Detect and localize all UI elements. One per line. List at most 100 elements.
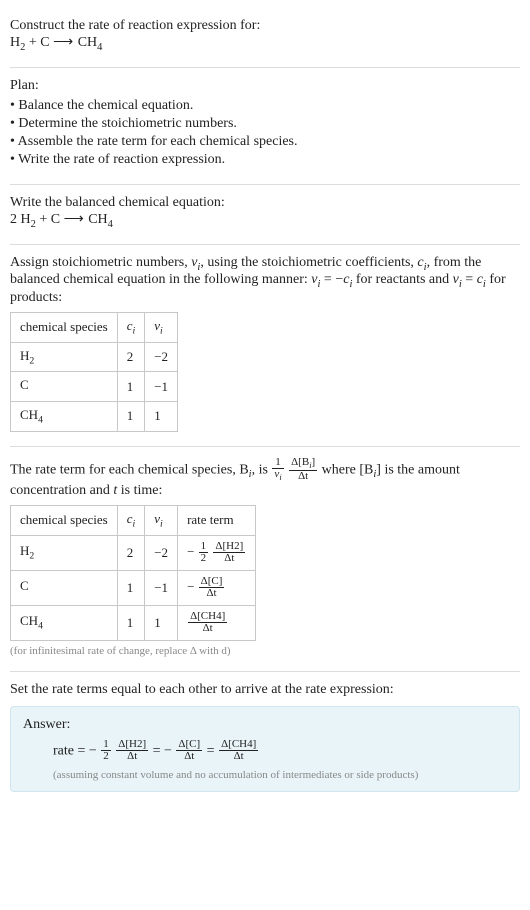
- assign-text-d: for reactants and: [352, 272, 452, 287]
- cell-species: H2: [11, 535, 118, 570]
- half-frac: 12: [101, 739, 111, 763]
- cell-c: 1: [117, 570, 145, 605]
- table-row: H2 2 −2: [11, 342, 178, 372]
- eq-sep-1: = −: [153, 743, 172, 758]
- col-rateterm: rate term: [178, 505, 256, 535]
- species-ch4: CH: [74, 35, 97, 50]
- ch4: CH: [85, 212, 108, 227]
- cell-c: 1: [117, 372, 145, 402]
- prompt-line: Construct the rate of reaction expressio…: [10, 18, 520, 34]
- rt-conc-den: Δt: [213, 553, 245, 565]
- cell-species-sub: 2: [29, 355, 34, 366]
- term2-den: Δt: [176, 751, 202, 763]
- rel-eq-neg: = −: [320, 272, 343, 287]
- conc-frac-num-a: Δ[B: [291, 456, 309, 468]
- cell-nu: 1: [145, 401, 178, 431]
- col-nu: νi: [145, 505, 178, 535]
- conc-frac-den: Δt: [289, 471, 317, 483]
- cell-species-sub: 4: [38, 621, 43, 632]
- term1-den: Δt: [116, 751, 148, 763]
- term3-frac: Δ[CH4]Δt: [219, 739, 258, 763]
- plus-c: + C: [25, 35, 53, 50]
- cell-species: CH4: [11, 401, 118, 431]
- table-row: C 1 −1 − Δ[C]Δt: [11, 570, 256, 605]
- balanced-equation: 2 H2 + C ⟶ CH4: [10, 211, 520, 230]
- plan-section: Plan: • Balance the chemical equation. •…: [10, 68, 520, 185]
- cell-nu: −2: [145, 342, 178, 372]
- half-den: 2: [101, 751, 111, 763]
- table-row: CH4 1 1 Δ[CH4]Δt: [11, 605, 256, 640]
- col-c-sub: i: [133, 326, 136, 337]
- col-nu: νi: [145, 313, 178, 343]
- final-section: Set the rate terms equal to each other t…: [10, 672, 520, 806]
- species-h2: H: [10, 35, 20, 50]
- rateterm-text-e: is time:: [117, 483, 162, 498]
- prompt-section: Construct the rate of reaction expressio…: [10, 8, 520, 68]
- table-row: CH4 1 1: [11, 401, 178, 431]
- infinitesimal-note: (for infinitesimal rate of change, repla…: [10, 645, 520, 657]
- prompt-equation: H2 + C ⟶ CH4: [10, 34, 520, 53]
- eq-sep-2: =: [207, 743, 218, 758]
- cell-species: CH4: [11, 605, 118, 640]
- assign-text-b: , using the stoichiometric coefficients,: [200, 255, 417, 270]
- cell-species-txt: CH: [20, 613, 38, 628]
- cell-c: 2: [117, 535, 145, 570]
- rt-conc-frac: Δ[CH4]Δt: [188, 611, 227, 635]
- rt-conc-frac: Δ[C]Δt: [199, 576, 225, 600]
- cell-species-txt: H: [20, 348, 29, 363]
- coef-frac: 1 νi: [272, 457, 283, 483]
- answer-box: Answer: rate = − 12 Δ[H2]Δt = − Δ[C]Δt =…: [10, 706, 520, 792]
- cell-species-txt: C: [20, 578, 29, 593]
- stoich-table: chemical species ci νi H2 2 −2 C 1 −1 CH…: [10, 312, 178, 431]
- cell-species-sub: 2: [29, 551, 34, 562]
- cell-species-txt: C: [20, 377, 29, 392]
- rateterm-text-a: The rate term for each chemical species,…: [10, 462, 249, 477]
- rateterm-text-c: where [B: [322, 462, 374, 477]
- conc-frac-num-b: ]: [311, 456, 315, 468]
- col-nu-sub: i: [160, 326, 163, 337]
- rt-conc-den: Δt: [199, 588, 225, 600]
- term3-den: Δt: [219, 751, 258, 763]
- assign-section: Assign stoichiometric numbers, νi , using…: [10, 245, 520, 447]
- rt-conc-frac: Δ[H2]Δt: [213, 541, 245, 565]
- plan-bullet: • Balance the chemical equation.: [10, 98, 520, 114]
- assign-text-a: Assign stoichiometric numbers,: [10, 255, 191, 270]
- answer-expression: rate = − 12 Δ[H2]Δt = − Δ[C]Δt = Δ[CH4]Δ…: [23, 739, 507, 763]
- final-title: Set the rate terms equal to each other t…: [10, 682, 520, 698]
- rateterm-text: The rate term for each chemical species,…: [10, 457, 520, 499]
- cell-rateterm: − 12 Δ[H2]Δt: [178, 535, 256, 570]
- balanced-section: Write the balanced chemical equation: 2 …: [10, 185, 520, 245]
- col-species: chemical species: [11, 505, 118, 535]
- term1-frac: Δ[H2]Δt: [116, 739, 148, 763]
- ch4-sub: 4: [108, 219, 113, 230]
- cell-species: C: [11, 372, 118, 402]
- col-c: ci: [117, 313, 145, 343]
- cell-species-txt: CH: [20, 407, 38, 422]
- cell-nu: −2: [145, 535, 178, 570]
- answer-label: Answer:: [23, 717, 507, 733]
- balanced-title: Write the balanced chemical equation:: [10, 195, 520, 211]
- rateterm-text-b: , is: [252, 462, 272, 477]
- answer-assumption: (assuming constant volume and no accumul…: [23, 769, 507, 781]
- cell-species-sub: 4: [38, 415, 43, 426]
- cell-nu: −1: [145, 570, 178, 605]
- table-header-row: chemical species ci νi rate term: [11, 505, 256, 535]
- coef-frac-den: νi: [272, 469, 283, 483]
- cell-species: C: [11, 570, 118, 605]
- rateterm-section: The rate term for each chemical species,…: [10, 447, 520, 672]
- rt-coef-frac: 12: [199, 541, 209, 565]
- col-c-sub: i: [133, 519, 136, 530]
- plan-bullet: • Write the rate of reaction expression.: [10, 152, 520, 168]
- cell-rateterm: − Δ[C]Δt: [178, 570, 256, 605]
- plus-c: + C: [36, 212, 64, 227]
- rt-prefix: −: [187, 579, 194, 594]
- rel2-eq: =: [462, 272, 477, 287]
- cell-nu: −1: [145, 372, 178, 402]
- plan-title: Plan:: [10, 78, 520, 94]
- table-header-row: chemical species ci νi: [11, 313, 178, 343]
- col-c: ci: [117, 505, 145, 535]
- reaction-arrow-icon: ⟶: [53, 35, 74, 50]
- cell-c: 1: [117, 605, 145, 640]
- plan-bullets: • Balance the chemical equation. • Deter…: [10, 98, 520, 168]
- coef-frac-den-sub: i: [279, 473, 281, 482]
